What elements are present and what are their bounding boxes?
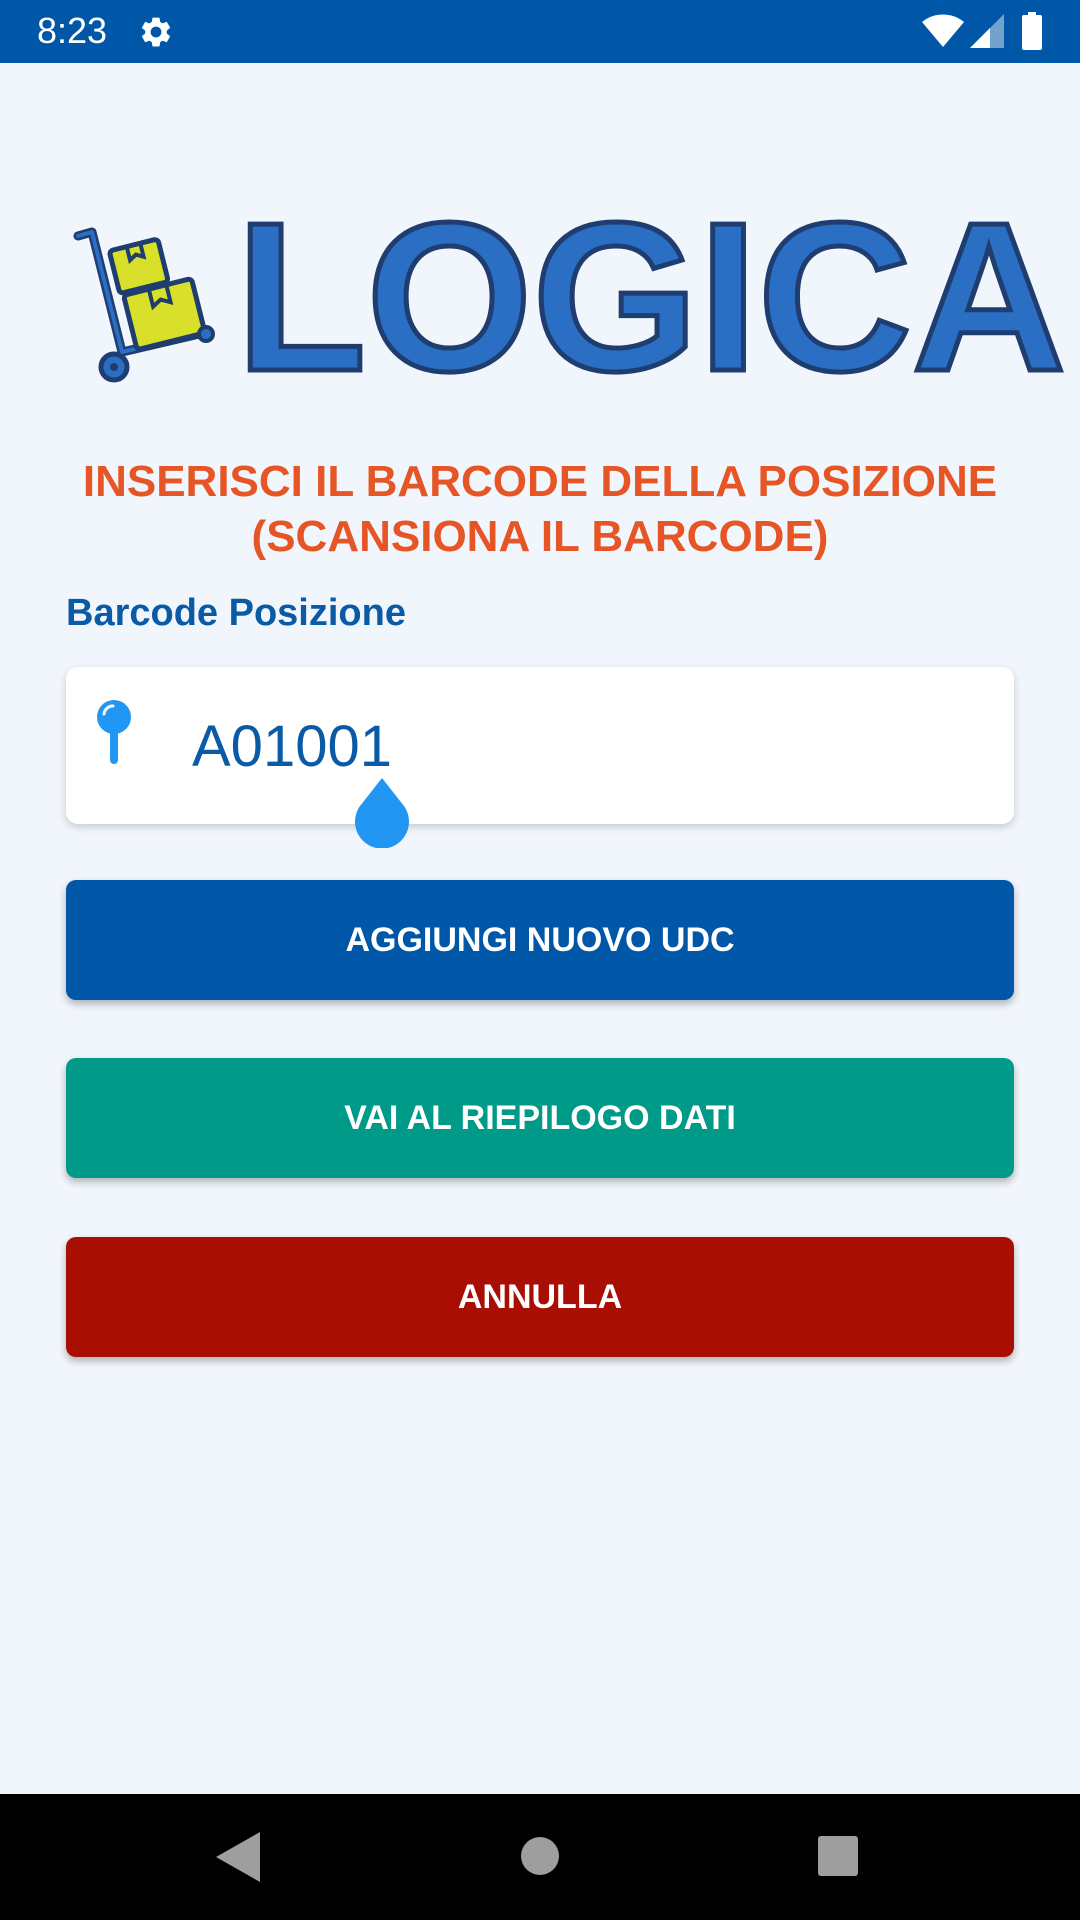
app-logo: LOGICA: [70, 210, 1069, 383]
data-summary-button[interactable]: VAI AL RIEPILOGO DATI: [66, 1058, 1014, 1178]
gear-icon: [141, 17, 171, 47]
location-pin-icon: [97, 700, 131, 764]
barcode-input-card[interactable]: [66, 667, 1014, 824]
svg-text:LOGICA: LOGICA: [236, 210, 1066, 380]
instruction-title: INSERISCI IL BARCODE DELLA POSIZIONE (SC…: [0, 454, 1080, 564]
text-cursor-handle[interactable]: [352, 778, 412, 848]
instruction-line-1: INSERISCI IL BARCODE DELLA POSIZIONE: [82, 457, 998, 506]
back-icon[interactable]: [216, 1832, 260, 1882]
barcode-input[interactable]: [192, 711, 972, 783]
home-icon[interactable]: [520, 1836, 560, 1876]
add-new-udc-button[interactable]: AGGIUNGI NUOVO UDC: [66, 880, 1014, 1000]
battery-icon: [1022, 12, 1042, 50]
hand-truck-icon: [73, 227, 215, 383]
cancel-button[interactable]: ANNULLA: [66, 1237, 1014, 1357]
status-bar: 8:23: [0, 0, 1080, 63]
barcode-field-label: Barcode Posizione: [66, 592, 406, 634]
logo-wordmark: LOGICA: [234, 210, 1069, 380]
cell-signal-icon: [970, 14, 1004, 48]
wifi-icon: [922, 14, 964, 47]
instruction-line-2: (SCANSIONA IL BARCODE): [251, 512, 829, 561]
status-time: 8:23: [37, 10, 108, 51]
recents-icon[interactable]: [818, 1836, 858, 1876]
navigation-bar: [0, 1794, 1080, 1920]
